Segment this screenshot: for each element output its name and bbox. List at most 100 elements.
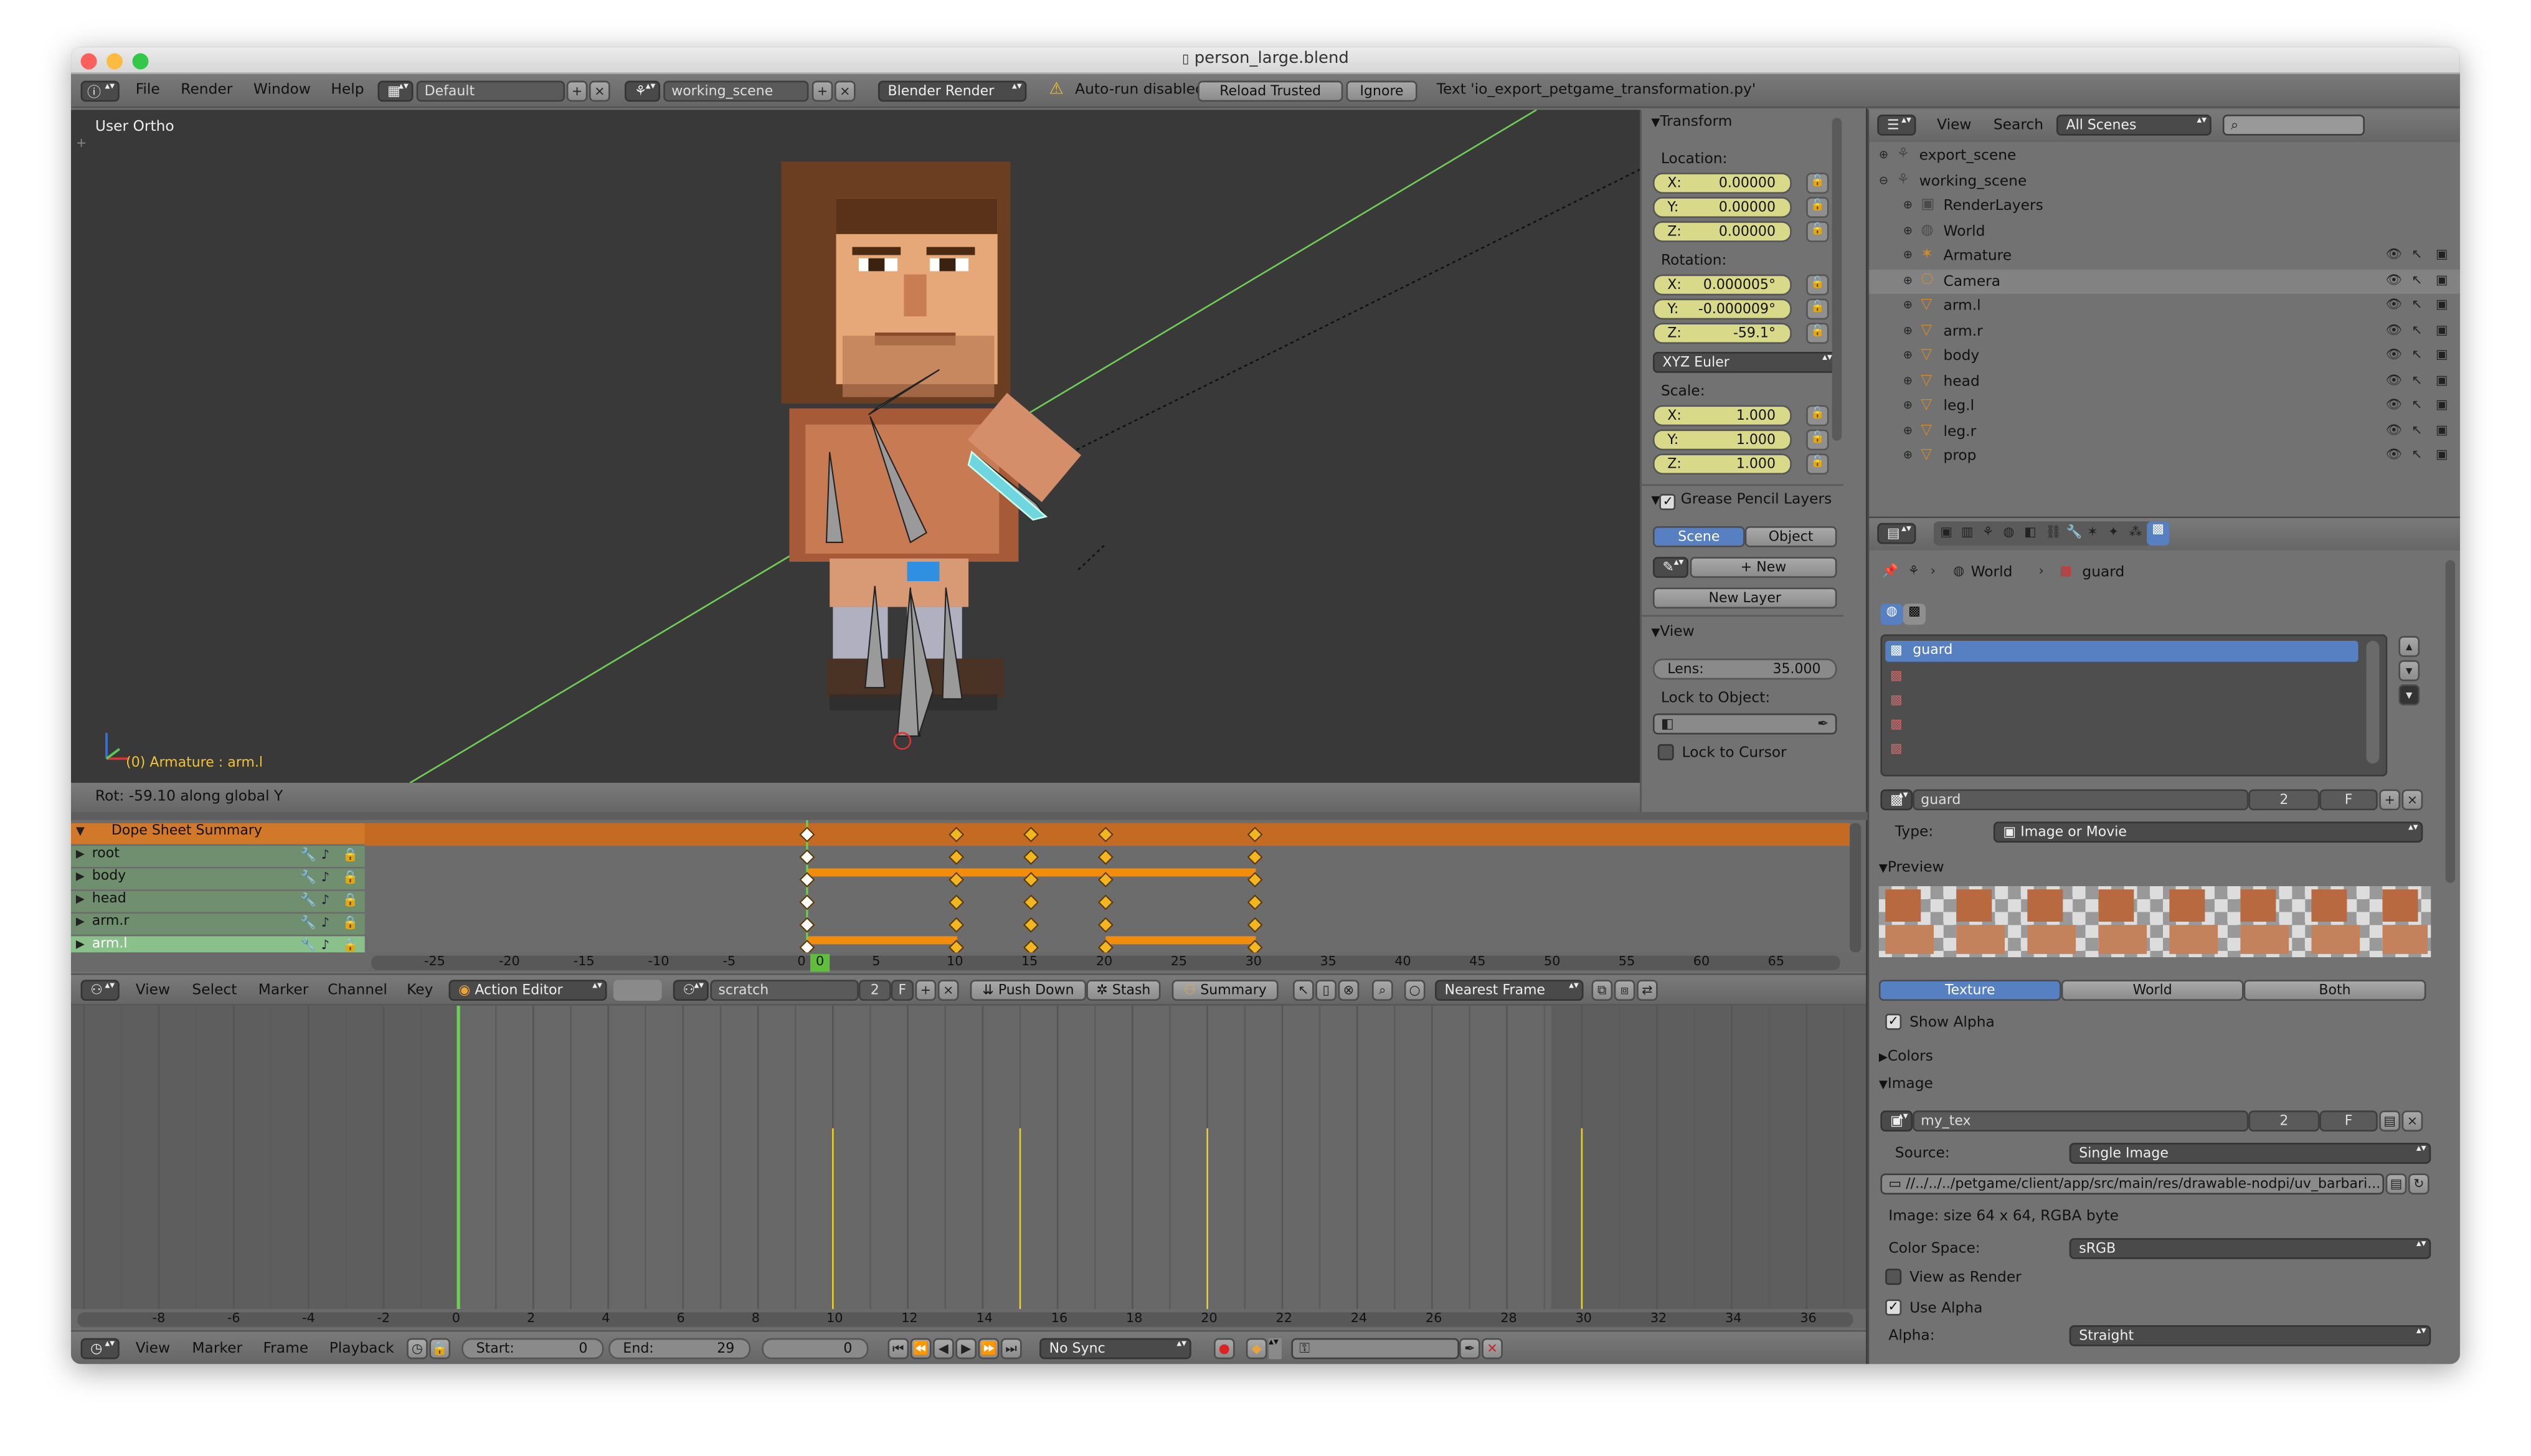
texture-fake-user-button[interactable]: F: [2319, 789, 2378, 811]
renderable-camera-icon[interactable]: ▣: [2436, 272, 2448, 286]
sidebar-scrollbar[interactable]: [1832, 118, 1842, 441]
expand-toggle-icon[interactable]: ⊕: [1903, 248, 1913, 262]
eyedropper-icon[interactable]: ✒: [1817, 717, 1828, 733]
show-hidden-filter-icon[interactable]: ▯: [1315, 980, 1337, 1001]
timeline-menu-marker[interactable]: Marker: [192, 1341, 242, 1358]
outliner-item-armature[interactable]: ⊕ ✶ Armature 👁 ↖ ▣: [1869, 243, 2460, 268]
lens-field[interactable]: Lens: 35.000: [1653, 658, 1837, 680]
unlink-action-button[interactable]: ×: [937, 980, 959, 1001]
outliner-item-body[interactable]: ⊕ ▽ body 👁 ↖ ▣: [1869, 344, 2460, 368]
outliner-item-prop[interactable]: ⊕ ▽ prop 👁 ↖ ▣: [1869, 444, 2460, 468]
jump-prev-keyframe-icon[interactable]: ⏪: [910, 1338, 932, 1359]
ignore-button[interactable]: Ignore: [1346, 80, 1417, 102]
renderable-camera-icon[interactable]: ▣: [2436, 247, 2448, 262]
selectable-arrow-icon[interactable]: ↖: [2411, 447, 2422, 461]
gp-scene-tab[interactable]: Scene: [1653, 526, 1745, 547]
outliner-item-renderlayers[interactable]: ⊕ ▣ RenderLayers: [1869, 194, 2460, 218]
visibility-eye-icon[interactable]: 👁: [2386, 247, 2402, 262]
renderable-camera-icon[interactable]: ▣: [2436, 372, 2448, 386]
move-slot-up-button[interactable]: ▴: [2398, 636, 2420, 657]
delete-screen-button[interactable]: ×: [589, 80, 610, 102]
open-image-button[interactable]: ▤: [2379, 1110, 2401, 1132]
expand-toggle-icon[interactable]: ⊕: [1903, 273, 1913, 286]
paste-keyframes-icon[interactable]: ⧈: [1614, 980, 1635, 1001]
visibility-eye-icon[interactable]: 👁: [2386, 422, 2402, 437]
dopesheet-menu-marker[interactable]: Marker: [258, 983, 309, 1000]
outliner-menu-view[interactable]: View: [1937, 118, 1971, 134]
grease-pencil-panel-header[interactable]: ✓ Grease Pencil Layers: [1651, 493, 1832, 511]
image-name-field[interactable]: my_tex: [1913, 1110, 2249, 1132]
new-texture-button[interactable]: +: [2379, 789, 2401, 811]
renderable-camera-icon[interactable]: ▣: [2436, 322, 2448, 336]
texture-tab-icon[interactable]: ▩: [2147, 521, 2170, 546]
scale-z-field[interactable]: Z: 1.000: [1653, 453, 1792, 475]
lock-scale-y-icon[interactable]: 🔓: [1806, 429, 1829, 451]
dopesheet-menu-key[interactable]: Key: [407, 983, 433, 1000]
scene-type-button[interactable]: ⚘: [625, 80, 661, 102]
screen-layout-type-button[interactable]: ▦: [377, 80, 414, 102]
preview-both-tab[interactable]: Both: [2243, 980, 2426, 1001]
timeline-menu-frame[interactable]: Frame: [263, 1341, 308, 1358]
lock-scale-z-icon[interactable]: 🔓: [1806, 453, 1829, 475]
action-fake-user-button[interactable]: F: [891, 980, 914, 1001]
gp-new-button[interactable]: + New: [1690, 557, 1837, 578]
expand-toggle-icon[interactable]: ⊕: [1903, 349, 1913, 362]
expand-toggle-icon[interactable]: ⊕: [1903, 224, 1913, 237]
object-tab-icon[interactable]: ◧: [2024, 524, 2037, 539]
image-source-dropdown[interactable]: Single Image: [2069, 1143, 2431, 1164]
stash-button[interactable]: ✲ Stash: [1086, 980, 1161, 1001]
timeline-menu-view[interactable]: View: [136, 1341, 170, 1358]
lock-to-object-field[interactable]: ◧ ✒: [1653, 713, 1837, 735]
modifiers-tab-icon[interactable]: 🔧: [2066, 524, 2083, 539]
only-errors-filter-icon[interactable]: ⊗: [1338, 980, 1360, 1001]
move-slot-down-button[interactable]: ▾: [2398, 660, 2420, 681]
area-divider-horizontal[interactable]: [71, 811, 1868, 820]
expand-toggle-icon[interactable]: ⊕: [1903, 399, 1913, 412]
dopesheet-menu-view[interactable]: View: [136, 983, 170, 1000]
render-engine-dropdown[interactable]: Blender Render: [878, 80, 1027, 102]
location-y-field[interactable]: Y: 0.00000: [1653, 197, 1792, 218]
menu-render[interactable]: Render: [181, 82, 232, 98]
world-tab-icon[interactable]: ◍: [2003, 524, 2014, 539]
view-as-render-checkbox[interactable]: [1885, 1269, 1902, 1285]
editor-type-info-menu[interactable]: ⓘ: [80, 80, 120, 102]
selectable-arrow-icon[interactable]: ↖: [2411, 297, 2422, 311]
preview-texture-tab[interactable]: Texture: [1878, 980, 2061, 1001]
slot-list-scrollbar[interactable]: [2366, 641, 2380, 764]
selectable-arrow-icon[interactable]: ↖: [2411, 422, 2422, 437]
dopesheet-editor[interactable]: ▼ Dope Sheet Summary ▶ root 🔧 ♪ 🔒 ▶ body 🔧 ♪ 🔒 ▶ head…: [71, 820, 1868, 969]
renderable-camera-icon[interactable]: ▣: [2436, 447, 2448, 461]
dopesheet-menu-channel[interactable]: Channel: [328, 983, 387, 1000]
image-fake-user-button[interactable]: F: [2319, 1110, 2378, 1132]
only-selected-filter-icon[interactable]: ↖: [1293, 980, 1314, 1001]
dopesheet-menu-select[interactable]: Select: [192, 983, 237, 1000]
menu-file[interactable]: File: [136, 82, 160, 98]
outliner-item-working-scene[interactable]: ⊖ ⚘ working_scene: [1869, 169, 2460, 193]
current-frame-field[interactable]: 0: [762, 1338, 869, 1359]
dopesheet-vscroll[interactable]: [1850, 823, 1862, 953]
insert-keyframe-icon[interactable]: ✒: [1459, 1338, 1480, 1359]
add-screen-button[interactable]: +: [566, 80, 588, 102]
menu-help[interactable]: Help: [331, 82, 364, 98]
selectable-arrow-icon[interactable]: ↖: [2411, 372, 2422, 386]
properties-scrollbar[interactable]: [2445, 560, 2456, 883]
expand-toggle-icon[interactable]: ⊕: [1903, 423, 1913, 437]
add-scene-button[interactable]: +: [811, 80, 833, 102]
world-texture-context-button[interactable]: ◍: [1880, 603, 1903, 625]
gp-new-layer-button[interactable]: New Layer: [1653, 587, 1837, 609]
texture-slot-selected[interactable]: ▩ guard: [1885, 641, 2358, 662]
location-z-field[interactable]: Z: 0.00000: [1653, 221, 1792, 242]
screen-layout-field[interactable]: Default: [416, 80, 565, 102]
render-tab-icon[interactable]: ▣: [1940, 524, 1952, 539]
outliner-item-export-scene[interactable]: ⊕ ⚘ export_scene: [1869, 144, 2460, 168]
lock-rotation-y-icon[interactable]: 🔓: [1806, 298, 1829, 320]
image-browse-button[interactable]: ▣: [1880, 1110, 1913, 1132]
slot-specials-menu-button[interactable]: ▾: [2398, 684, 2420, 706]
timeline-editor[interactable]: [71, 1005, 1868, 1310]
timeline-menu-playback[interactable]: Playback: [329, 1341, 394, 1358]
outliner-item-head[interactable]: ⊕ ▽ head 👁 ↖ ▣: [1869, 369, 2460, 393]
active-keying-set-field[interactable]: ⚿: [1291, 1338, 1459, 1359]
renderable-camera-icon[interactable]: ▣: [2436, 397, 2448, 412]
use-alpha-checkbox[interactable]: ✓: [1885, 1299, 1902, 1316]
editor-type-outliner-menu[interactable]: ☰: [1877, 115, 1916, 136]
